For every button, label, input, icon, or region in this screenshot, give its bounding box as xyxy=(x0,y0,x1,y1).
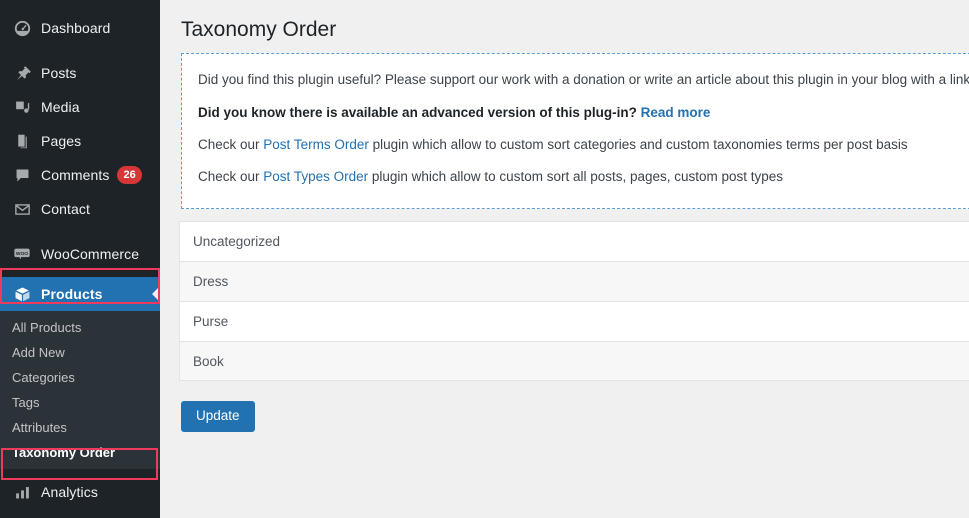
sidebar-item-label: Products xyxy=(41,286,102,302)
notice-prefix: Check our xyxy=(198,169,260,184)
sidebar-item-products[interactable]: Products xyxy=(0,277,160,311)
notice-advanced-text: Did you know there is available an advan… xyxy=(198,105,637,120)
svg-text:WOO: WOO xyxy=(16,251,28,257)
taxonomy-sortable-list[interactable]: Uncategorized Dress Purse Book xyxy=(179,221,969,381)
sidebar-item-label: Analytics xyxy=(41,484,98,500)
notice-suffix: plugin which allow to custom sort catego… xyxy=(373,137,908,152)
sidebar-group-spacer-1 xyxy=(0,45,160,56)
sidebar-item-label: Media xyxy=(41,99,80,115)
update-button[interactable]: Update xyxy=(181,401,255,432)
sidebar-top-spacer xyxy=(0,0,160,11)
sidebar-item-contact[interactable]: Contact xyxy=(0,192,160,226)
sidebar-item-posts[interactable]: Posts xyxy=(0,56,160,90)
taxonomy-list-item[interactable]: Dress xyxy=(179,261,969,301)
sidebar-item-label: Comments xyxy=(41,167,109,183)
taxonomy-list-item[interactable]: Uncategorized xyxy=(179,221,969,261)
submenu-item-attributes[interactable]: Attributes xyxy=(0,415,160,440)
envelope-icon xyxy=(12,199,32,219)
pin-icon xyxy=(12,63,32,83)
media-icon xyxy=(12,97,32,117)
submenu-item-taxonomy-order[interactable]: Taxonomy Order xyxy=(0,440,160,465)
woocommerce-icon: WOO xyxy=(12,244,32,264)
page-title: Taxonomy Order xyxy=(160,0,969,53)
plugin-notice: Did you find this plugin useful? Please … xyxy=(181,53,969,209)
box-icon xyxy=(12,284,32,304)
sidebar-item-comments[interactable]: Comments 26 xyxy=(0,158,160,192)
sidebar-item-label: Pages xyxy=(41,133,81,149)
admin-sidebar: Dashboard Posts Media xyxy=(0,0,160,518)
post-types-order-link[interactable]: Post Types Order xyxy=(263,169,368,184)
submenu-item-tags[interactable]: Tags xyxy=(0,390,160,415)
sidebar-item-analytics[interactable]: Analytics xyxy=(0,475,160,509)
notice-line-post-types-order: Check our Post Types Order plugin which … xyxy=(198,163,969,195)
update-button-wrap: Update xyxy=(181,401,969,432)
main-content: Taxonomy Order Did you find this plugin … xyxy=(160,0,969,518)
notice-suffix: plugin which allow to custom sort all po… xyxy=(372,169,783,184)
products-submenu: All Products Add New Categories Tags Att… xyxy=(0,311,160,469)
sidebar-item-pages[interactable]: Pages xyxy=(0,124,160,158)
sidebar-item-woocommerce[interactable]: WOO WooCommerce xyxy=(0,237,160,271)
post-terms-order-link[interactable]: Post Terms Order xyxy=(263,137,369,152)
sidebar-item-label: Contact xyxy=(41,201,90,217)
current-menu-arrow-icon xyxy=(152,286,160,302)
submenu-item-all-products[interactable]: All Products xyxy=(0,315,160,340)
notice-prefix: Check our xyxy=(198,137,260,152)
sidebar-item-media[interactable]: Media xyxy=(0,90,160,124)
comments-count-badge: 26 xyxy=(117,166,141,184)
dashboard-icon xyxy=(12,18,32,38)
sidebar-item-label: WooCommerce xyxy=(41,246,139,262)
sidebar-item-dashboard[interactable]: Dashboard xyxy=(0,11,160,45)
wp-admin-screen: Dashboard Posts Media xyxy=(0,0,969,518)
notice-line-advanced: Did you know there is available an advan… xyxy=(198,99,969,131)
submenu-item-categories[interactable]: Categories xyxy=(0,365,160,390)
sidebar-group-spacer-2 xyxy=(0,226,160,237)
pages-icon xyxy=(12,131,32,151)
comment-icon xyxy=(12,165,32,185)
submenu-item-add-new[interactable]: Add New xyxy=(0,340,160,365)
bar-chart-icon xyxy=(12,482,32,502)
sidebar-item-label: Posts xyxy=(41,65,77,81)
notice-line-donation: Did you find this plugin useful? Please … xyxy=(198,66,969,98)
taxonomy-list-item[interactable]: Book xyxy=(179,341,969,381)
notice-line-post-terms-order: Check our Post Terms Order plugin which … xyxy=(198,131,969,163)
sidebar-item-label: Dashboard xyxy=(41,20,110,36)
read-more-link[interactable]: Read more xyxy=(641,105,711,120)
taxonomy-list-item[interactable]: Purse xyxy=(179,301,969,341)
